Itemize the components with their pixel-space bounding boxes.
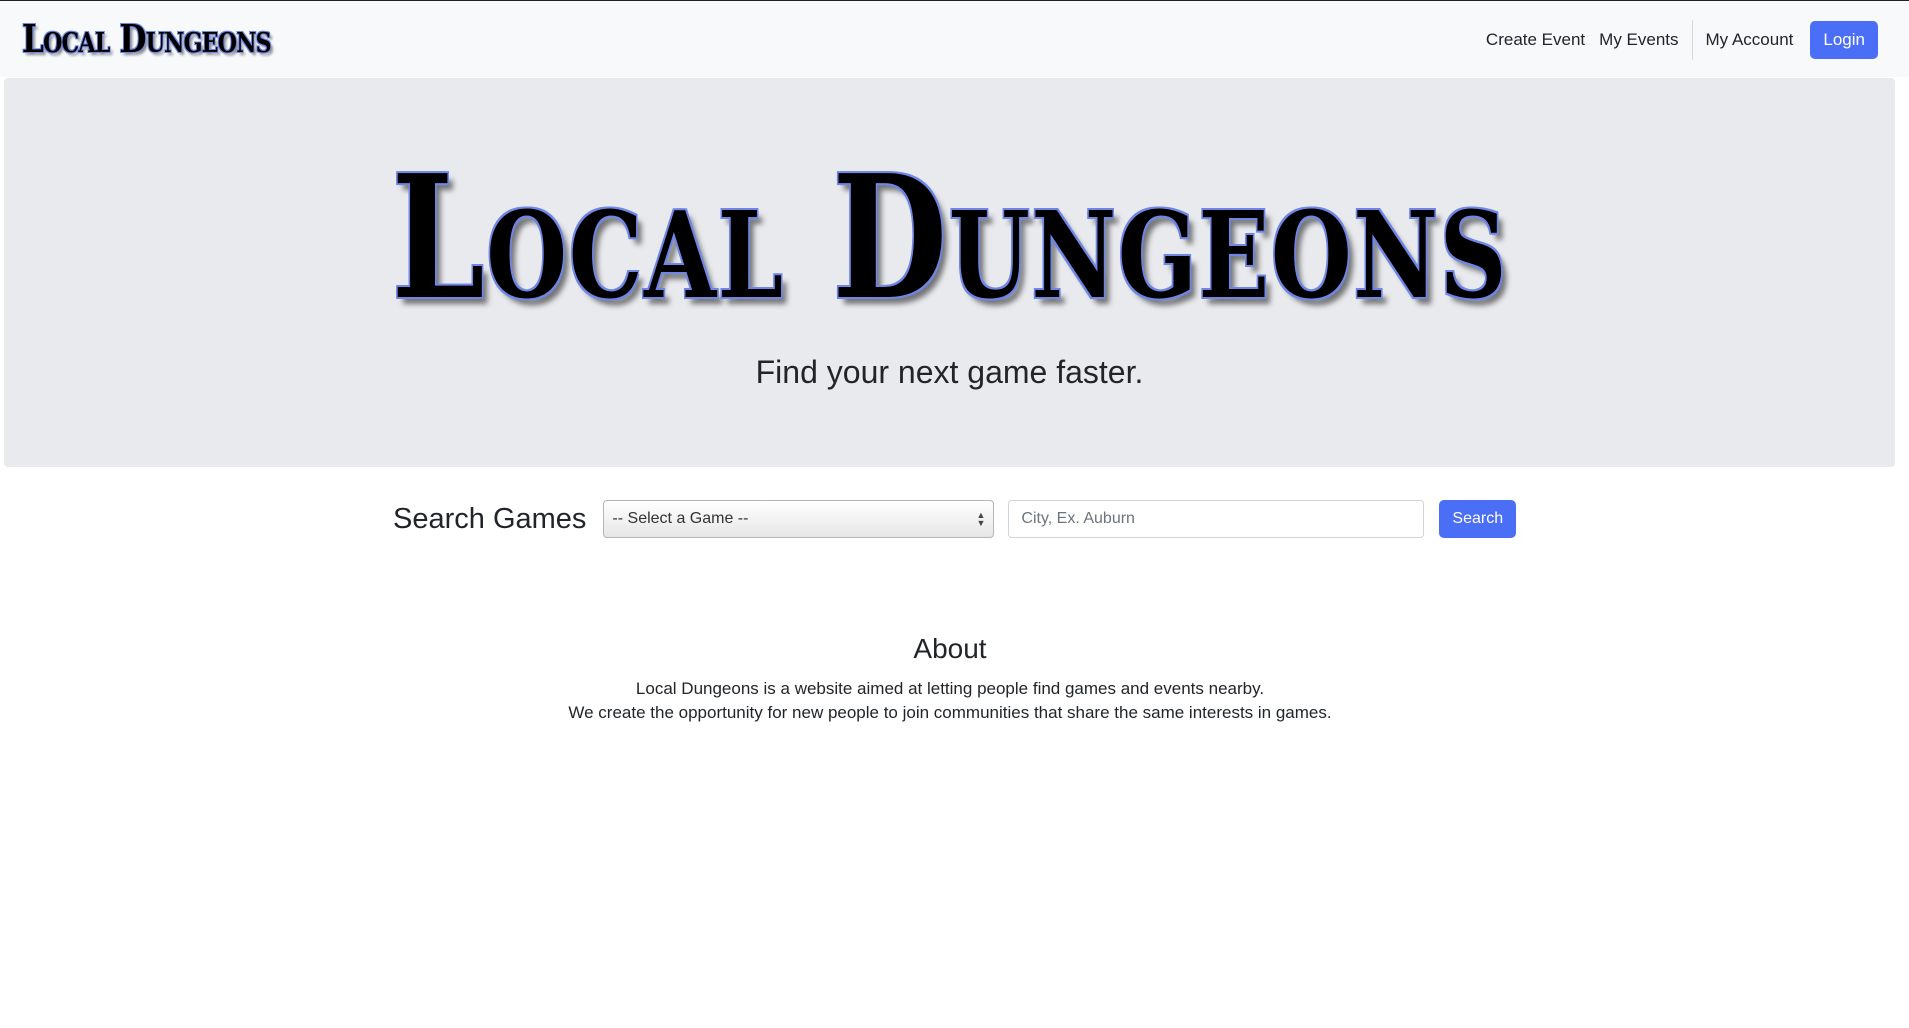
game-select-value: -- Select a Game -- [612, 510, 749, 527]
search-title: Search Games [393, 502, 587, 535]
page: Local Dungeons Create Event My Events My… [0, 0, 1909, 1028]
nav-divider [1691, 20, 1693, 60]
nav-links: Create Event My Events My Account Login [1479, 20, 1878, 60]
hero-jumbotron: Local Dungeons Find your next game faste… [4, 78, 1895, 467]
search-button[interactable]: Search [1439, 500, 1517, 538]
about-heading: About [913, 633, 987, 664]
brand-logo: Local Dungeons [22, 15, 272, 61]
search-form: Search Games -- Select a Game -- ▲▼ Sear… [393, 499, 1517, 539]
game-select[interactable]: -- Select a Game -- ▲ ▼ [603, 500, 995, 538]
brand-logo-link[interactable]: Local Dungeons [22, 15, 272, 61]
hero-logo: Local Dungeons [4, 148, 1895, 328]
hero-logo-text: Local Dungeons [391, 138, 1508, 338]
about-section: About Local Dungeons is a website aimed … [0, 633, 1900, 725]
city-input[interactable] [1008, 500, 1425, 538]
hero-tagline: Find your next game faster. [755, 354, 1144, 390]
about-line-1: Local Dungeons is a website aimed at let… [635, 679, 1265, 698]
about-line-2: We create the opportunity for new people… [568, 703, 1332, 722]
nav-create-event[interactable]: Create Event [1479, 21, 1592, 59]
nav-my-events[interactable]: My Events [1592, 21, 1685, 59]
select-arrows-icon: ▲ ▼ [976, 510, 986, 528]
navbar: Local Dungeons Create Event My Events My… [0, 1, 1909, 77]
login-button[interactable]: Login [1810, 21, 1878, 59]
nav-my-account[interactable]: My Account [1699, 21, 1801, 59]
